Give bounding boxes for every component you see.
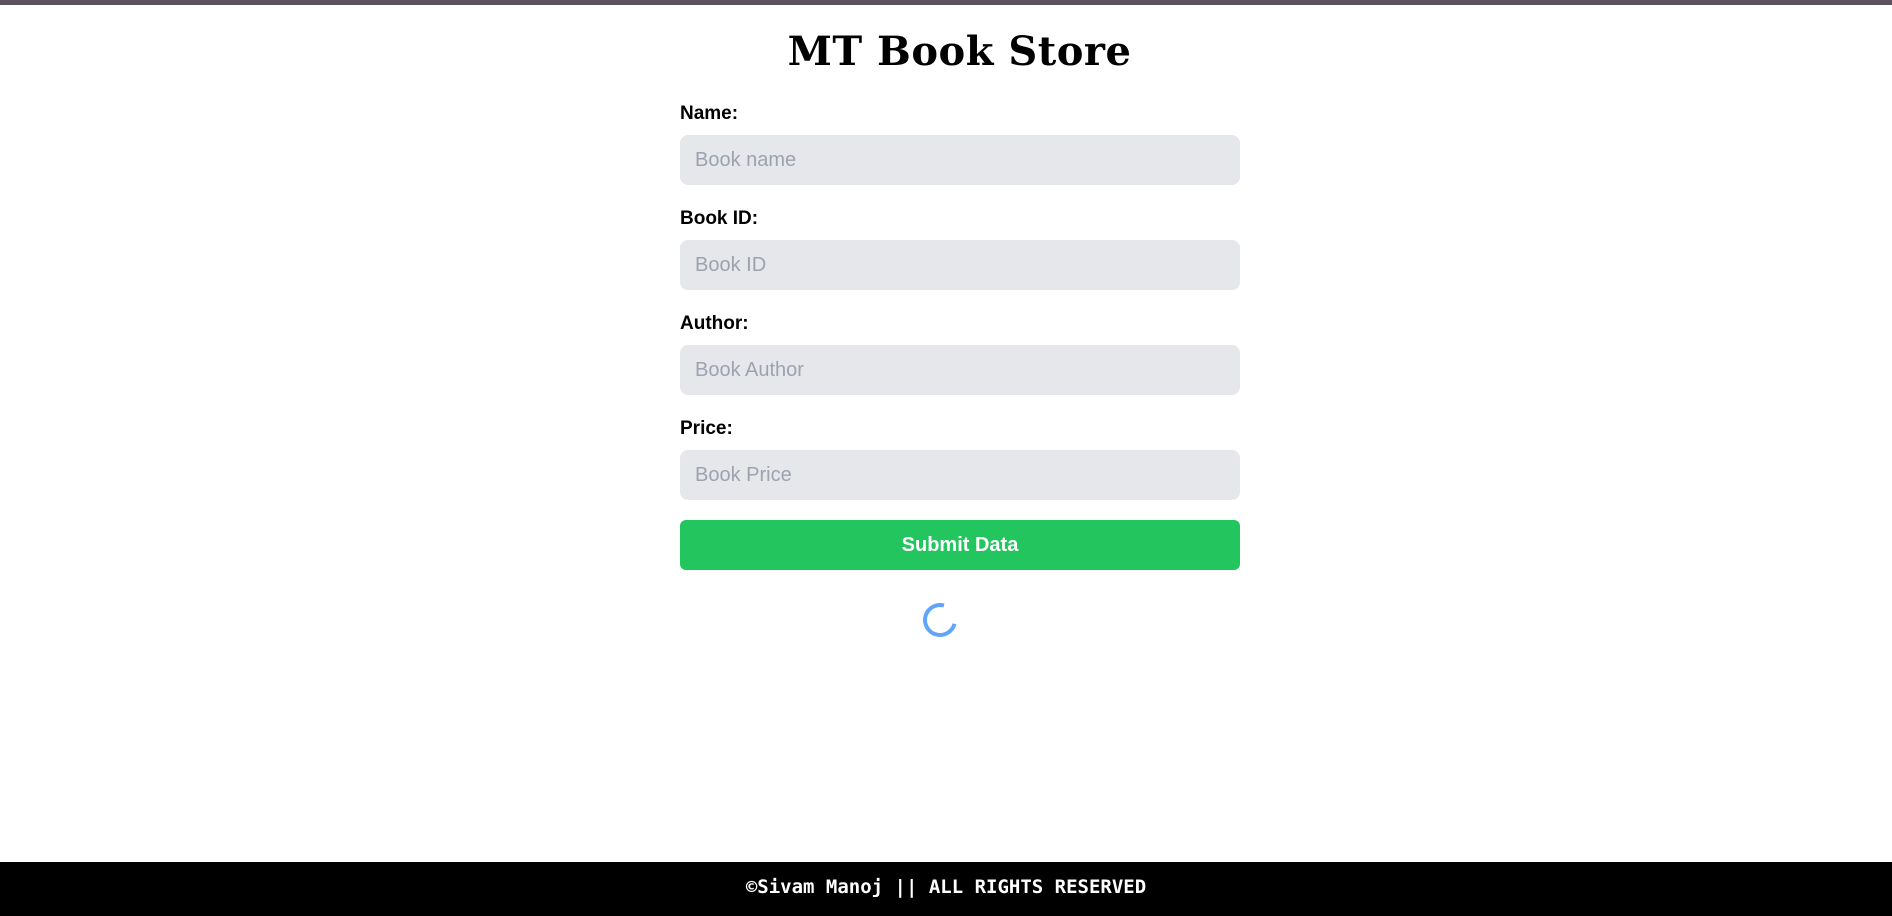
book-author-input[interactable] — [680, 345, 1240, 395]
book-id-input[interactable] — [680, 240, 1240, 290]
footer: ©Sivam Manoj || ALL RIGHTS RESERVED — [0, 862, 1892, 916]
book-id-label: Book ID: — [680, 208, 759, 229]
footer-copyright: ©Sivam Manoj || ALL RIGHTS RESERVED — [745, 876, 1147, 898]
book-form: Name: Book ID: Author: Price: Submit Dat… — [680, 100, 1240, 570]
loading-spinner-icon — [916, 596, 964, 644]
author-label: Author: — [680, 313, 749, 334]
submit-data-button[interactable]: Submit Data — [680, 520, 1240, 570]
book-name-input[interactable] — [680, 135, 1240, 185]
top-border — [0, 0, 1892, 5]
page: MT Book Store Name: Book ID: Author: Pri… — [0, 0, 1892, 916]
page-title: MT Book Store — [787, 28, 1132, 75]
book-price-input[interactable] — [680, 450, 1240, 500]
price-label: Price: — [680, 418, 733, 439]
name-label: Name: — [680, 103, 739, 124]
